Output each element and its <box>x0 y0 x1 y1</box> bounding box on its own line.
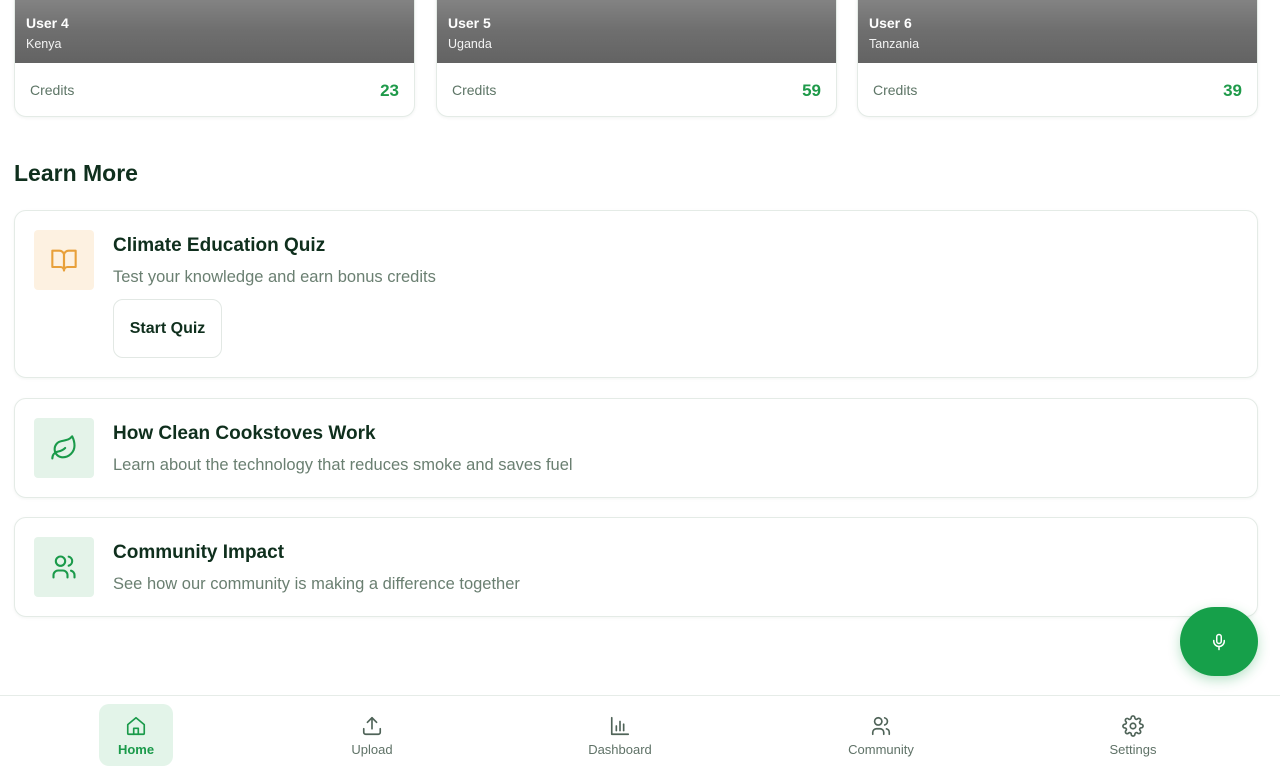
user-cards-row: User 4 Kenya Credits 23 User 5 Uganda Cr… <box>14 0 1258 117</box>
bottom-nav: Home Upload Dashboard Community Settings <box>0 695 1280 772</box>
user-banner: User 4 Kenya <box>15 0 414 63</box>
home-page: User 4 Kenya Credits 23 User 5 Uganda Cr… <box>0 0 1280 772</box>
learn-card-title: Climate Education Quiz <box>113 235 326 256</box>
home-icon <box>125 713 147 739</box>
credits-label: Credits <box>452 82 497 98</box>
bar-chart-icon <box>609 713 631 739</box>
users-icon <box>34 537 94 597</box>
user-banner: User 6 Tanzania <box>858 0 1257 63</box>
nav-item-upload[interactable]: Upload <box>332 704 412 766</box>
user-country: Kenya <box>26 37 62 51</box>
nav-item-dashboard[interactable]: Dashboard <box>575 704 665 766</box>
learn-card-description: Test your knowledge and earn bonus credi… <box>113 268 436 286</box>
credits-label: Credits <box>873 82 918 98</box>
learn-more-heading: Learn More <box>14 160 138 186</box>
user-country: Uganda <box>448 37 492 51</box>
nav-item-home[interactable]: Home <box>99 704 173 766</box>
learn-card-title: How Clean Cookstoves Work <box>113 423 376 444</box>
credits-value: 39 <box>1223 81 1242 100</box>
user-banner: User 5 Uganda <box>437 0 836 63</box>
learn-card-quiz[interactable]: Climate Education Quiz Test your knowled… <box>14 210 1258 378</box>
user-card[interactable]: User 5 Uganda Credits 59 <box>436 0 837 117</box>
user-card[interactable]: User 4 Kenya Credits 23 <box>14 0 415 117</box>
learn-card-description: Learn about the technology that reduces … <box>113 456 573 474</box>
start-quiz-button[interactable]: Start Quiz <box>113 299 222 358</box>
user-country: Tanzania <box>869 37 920 51</box>
learn-card-community-impact[interactable]: Community Impact See how our community i… <box>14 517 1258 617</box>
user-name: User 4 <box>26 15 69 31</box>
nav-label: Home <box>117 742 155 757</box>
nav-item-settings[interactable]: Settings <box>1093 704 1173 766</box>
nav-label: Upload <box>351 742 393 757</box>
upload-icon <box>361 713 383 739</box>
nav-item-community[interactable]: Community <box>835 704 927 766</box>
gear-icon <box>1122 713 1144 739</box>
user-name: User 6 <box>869 15 912 31</box>
credits-value: 59 <box>802 81 821 100</box>
credits-label: Credits <box>30 82 75 98</box>
user-card[interactable]: User 6 Tanzania Credits 39 <box>857 0 1258 117</box>
leaf-icon <box>34 418 94 478</box>
book-open-icon <box>34 230 94 290</box>
learn-card-title: Community Impact <box>113 542 285 563</box>
nav-label: Dashboard <box>588 742 652 757</box>
voice-input-button[interactable] <box>1180 607 1258 676</box>
nav-label: Community <box>848 742 914 757</box>
microphone-icon <box>1213 633 1225 650</box>
users-icon <box>870 713 892 739</box>
learn-card-cookstoves[interactable]: How Clean Cookstoves Work Learn about th… <box>14 398 1258 498</box>
learn-card-description: See how our community is making a differ… <box>113 575 520 593</box>
nav-label: Settings <box>1109 742 1157 757</box>
user-name: User 5 <box>448 15 491 31</box>
credits-value: 23 <box>380 81 399 100</box>
